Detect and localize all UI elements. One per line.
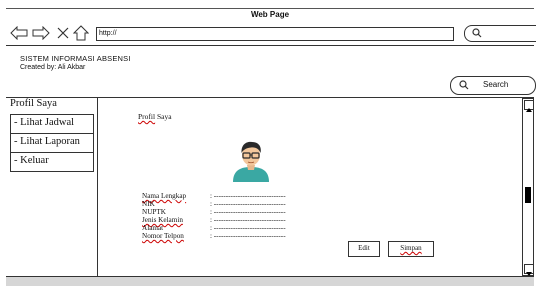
field-value-nuptk: : ------------------------------	[210, 208, 286, 216]
scroll-up-button[interactable]	[524, 100, 534, 112]
search-button[interactable]: Search	[450, 76, 536, 95]
page-title-word1: Profil	[138, 112, 156, 121]
home-button[interactable]	[72, 24, 90, 42]
created-by-text: Created by: Ali Akbar	[20, 64, 86, 71]
field-label-alamat: Alamat	[142, 224, 164, 232]
arrow-left-icon	[10, 26, 28, 40]
url-input[interactable]: http://	[96, 27, 454, 41]
search-button-label: Search	[483, 80, 509, 89]
field-row-jenis-kelamin: Jenis Kelamin : ------------------------…	[142, 216, 290, 224]
profile-fields: Nama Lengkap : -------------------------…	[142, 192, 290, 240]
scroll-down-button[interactable]	[524, 264, 534, 276]
main-content: Profil Saya Nama Lengkap : -------------…	[98, 98, 520, 276]
forward-button[interactable]	[32, 24, 50, 42]
browser-nav-bar: http://	[6, 22, 536, 46]
triangle-up-icon	[526, 108, 532, 112]
user-avatar-icon	[233, 141, 269, 182]
url-text: http://	[99, 30, 117, 37]
sidebar-title[interactable]: Profil Saya	[10, 98, 57, 109]
scrollbar-thumb[interactable]	[525, 187, 531, 203]
window-titlebar: Web Page	[6, 8, 534, 22]
sidebar-item-keluar[interactable]: - Keluar	[10, 152, 94, 172]
field-value-nik: : ------------------------------	[210, 200, 286, 208]
edit-button[interactable]: Edit	[348, 241, 380, 257]
sidebar-item-lihat-jadwal[interactable]: - Lihat Jadwal	[10, 114, 94, 133]
field-row-alamat: Alamat : ------------------------------	[142, 224, 290, 232]
stop-button[interactable]	[54, 24, 72, 42]
arrow-right-icon	[32, 26, 50, 40]
field-row-nama: Nama Lengkap : -------------------------…	[142, 192, 290, 200]
search-icon	[459, 80, 469, 90]
window-title: Web Page	[250, 10, 290, 19]
field-label-nik: NIK	[142, 200, 155, 208]
app-title: SISTEM INFORMASI ABSENSI	[20, 54, 131, 63]
sidebar: Profil Saya - Lihat Jadwal - Lihat Lapor…	[6, 98, 98, 276]
field-row-nik: NIK : ------------------------------	[142, 200, 290, 208]
save-button-label: Simpan	[400, 244, 422, 252]
page-title-word2: Saya	[155, 112, 172, 121]
page-title: Profil Saya	[138, 112, 172, 121]
search-icon	[472, 28, 482, 38]
field-label-nomor-telpon: Nomor Telpon	[142, 232, 184, 240]
field-label-nama: Nama Lengkap	[142, 192, 187, 200]
page-header: SISTEM INFORMASI ABSENSI Created by: Ali…	[6, 46, 536, 98]
save-button[interactable]: Simpan	[388, 241, 434, 257]
back-button[interactable]	[10, 24, 28, 42]
field-label-nuptk: NUPTK	[142, 208, 166, 216]
status-bar	[6, 276, 534, 286]
home-icon	[73, 25, 89, 41]
vertical-scrollbar[interactable]	[522, 98, 534, 276]
sidebar-item-lihat-laporan[interactable]: - Lihat Laporan	[10, 133, 94, 152]
close-icon	[57, 27, 69, 39]
field-value-jenis-kelamin: : ------------------------------	[210, 216, 286, 224]
sidebar-menu: - Lihat Jadwal - Lihat Laporan - Keluar	[10, 114, 94, 172]
field-row-nuptk: NUPTK : ------------------------------	[142, 208, 290, 216]
field-value-alamat: : ------------------------------	[210, 224, 286, 232]
field-label-jenis-kelamin: Jenis Kelamin	[142, 216, 183, 224]
field-row-nomor-telpon: Nomor Telpon : -------------------------…	[142, 232, 290, 240]
field-value-nama: : ------------------------------	[210, 192, 286, 200]
browser-search-field[interactable]	[464, 25, 536, 42]
field-value-nomor-telpon: : ------------------------------	[210, 232, 286, 240]
